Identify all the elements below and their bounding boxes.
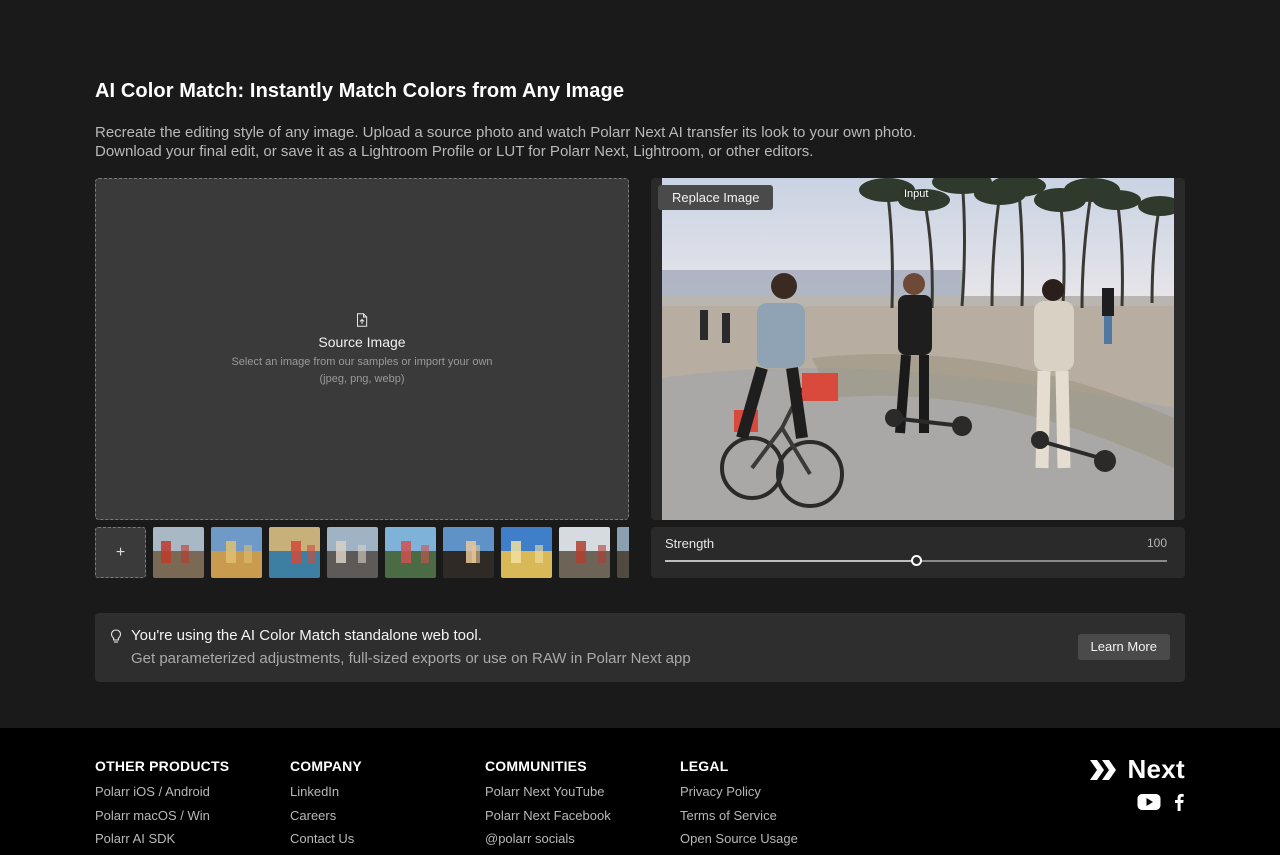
footer-column-company: COMPANY LinkedIn Careers Contact Us <box>290 758 362 851</box>
footer-heading: COMMUNITIES <box>485 758 587 774</box>
strength-control: Strength 100 <box>651 527 1185 578</box>
page-description: Recreate the editing style of any image.… <box>95 123 1095 161</box>
footer-link[interactable]: Contact Us <box>290 827 362 851</box>
file-upload-icon <box>357 313 368 327</box>
info-banner: You're using the AI Color Match standalo… <box>95 613 1185 682</box>
footer-column-legal: LEGAL Privacy Policy Terms of Service Op… <box>680 758 798 851</box>
description-line: Download your final edit, or save it as … <box>95 143 814 160</box>
sample-image <box>269 527 320 578</box>
replace-image-button[interactable]: Replace Image <box>658 185 774 210</box>
footer-heading: OTHER PRODUCTS <box>95 758 230 774</box>
source-image-dropzone[interactable]: Source Image Select an image from our sa… <box>95 178 629 520</box>
sample-thumbnail-4[interactable] <box>327 527 378 578</box>
sample-image <box>501 527 552 578</box>
strength-slider-fill <box>665 560 916 562</box>
add-image-button[interactable]: + <box>95 527 146 578</box>
footer-heading: LEGAL <box>680 758 729 774</box>
footer-column-other-products: OTHER PRODUCTS Polarr iOS / Android Pola… <box>95 758 229 851</box>
dropzone-subtitle-line: (jpeg, png, webp) <box>319 373 405 385</box>
dropzone-subtitle: Select an image from our samples or impo… <box>96 354 628 388</box>
strength-label: Strength <box>665 536 715 551</box>
learn-more-button[interactable]: Learn More <box>1077 634 1170 660</box>
strength-slider-track[interactable] <box>665 555 1167 566</box>
footer-link[interactable]: Polarr AI SDK <box>95 827 229 851</box>
polarr-next-logo-icon <box>1090 759 1117 780</box>
lightbulb-icon <box>110 629 122 643</box>
sample-thumbnail-9[interactable] <box>617 527 629 578</box>
banner-title: You're using the AI Color Match standalo… <box>131 627 482 644</box>
footer-link[interactable]: Open Source Usage <box>680 827 798 851</box>
dropzone-title: Source Image <box>318 334 406 350</box>
footer-link[interactable]: @polarr socials <box>485 827 611 851</box>
sample-thumbnail-6[interactable] <box>443 527 494 578</box>
sample-thumbnail-8[interactable] <box>559 527 610 578</box>
footer: OTHER PRODUCTS Polarr iOS / Android Pola… <box>0 728 1280 855</box>
youtube-icon[interactable] <box>1137 793 1161 811</box>
footer-link[interactable]: Privacy Policy <box>680 780 798 804</box>
brand-row[interactable]: Next <box>1089 754 1185 785</box>
footer-link[interactable]: Polarr Next Facebook <box>485 804 611 828</box>
footer-link[interactable]: Polarr iOS / Android <box>95 780 229 804</box>
social-links <box>1089 793 1185 811</box>
sample-image <box>559 527 610 578</box>
sample-thumbnail-2[interactable] <box>211 527 262 578</box>
sample-thumbnail-5[interactable] <box>385 527 436 578</box>
page-title: AI Color Match: Instantly Match Colors f… <box>95 80 625 102</box>
sample-thumbnail-3[interactable] <box>269 527 320 578</box>
sample-thumbnail-1[interactable] <box>153 527 204 578</box>
footer-heading: COMPANY <box>290 758 362 774</box>
sample-image <box>443 527 494 578</box>
footer-link[interactable]: Polarr macOS / Win <box>95 804 229 828</box>
footer-link[interactable]: LinkedIn <box>290 780 362 804</box>
sample-thumbnail-7[interactable] <box>501 527 552 578</box>
description-line: Recreate the editing style of any image.… <box>95 124 917 141</box>
footer-brand: Next <box>1089 754 1185 811</box>
facebook-icon[interactable] <box>1173 793 1185 811</box>
sample-image <box>617 527 629 578</box>
input-image <box>662 178 1174 520</box>
footer-link[interactable]: Careers <box>290 804 362 828</box>
sample-thumbnails: + <box>95 527 629 579</box>
sample-image <box>153 527 204 578</box>
dropzone-content: Source Image Select an image from our sa… <box>96 313 628 388</box>
strength-slider-handle[interactable] <box>911 555 922 566</box>
sample-image <box>211 527 262 578</box>
brand-name: Next <box>1127 754 1185 784</box>
sample-image <box>385 527 436 578</box>
strength-value: 100 <box>1146 536 1167 550</box>
sample-image <box>327 527 378 578</box>
footer-column-communities: COMMUNITIES Polarr Next YouTube Polarr N… <box>485 758 611 851</box>
input-preview: Replace Image Input <box>651 178 1185 520</box>
footer-link[interactable]: Polarr Next YouTube <box>485 780 611 804</box>
banner-subtitle: Get parameterized adjustments, full-size… <box>131 650 691 667</box>
dropzone-subtitle-line: Select an image from our samples or impo… <box>231 356 493 368</box>
footer-link[interactable]: Terms of Service <box>680 804 798 828</box>
input-label: Input <box>904 188 929 200</box>
